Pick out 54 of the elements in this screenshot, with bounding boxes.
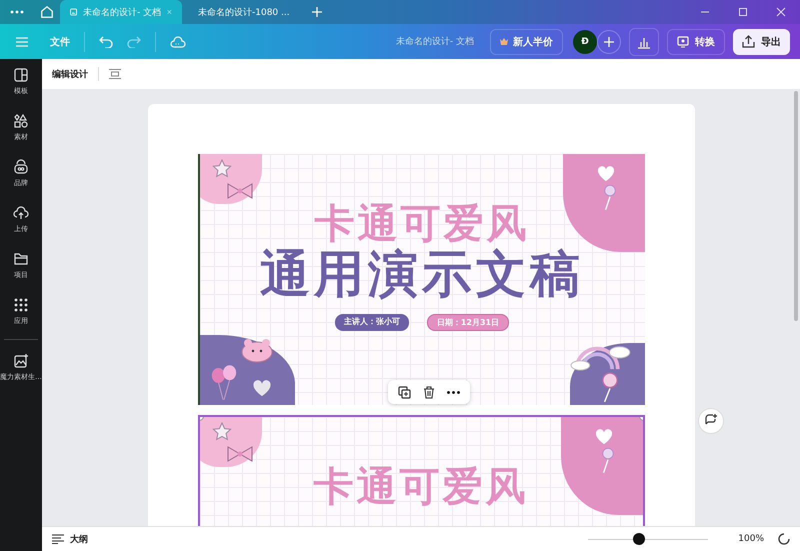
scrollbar[interactable] <box>794 91 798 321</box>
home-icon[interactable] <box>40 5 54 19</box>
zoom-percentage[interactable]: 100% <box>738 534 764 544</box>
heart-icon <box>252 380 272 397</box>
outline-button[interactable]: 大纲 <box>70 532 88 546</box>
trash-icon[interactable] <box>422 386 434 398</box>
outline-icon[interactable] <box>52 534 64 544</box>
plus-icon[interactable] <box>597 30 621 54</box>
bow-icon <box>224 182 254 200</box>
lollipop-icon <box>600 372 618 403</box>
convert-button[interactable]: 转换 <box>667 28 725 54</box>
slide[interactable]: 卡通可爱风 通用演示文稿 主讲人：张小可 日期：12月31日 <box>198 154 644 405</box>
user-avatar[interactable]: Đ <box>573 30 597 54</box>
lollipop-icon <box>600 447 614 474</box>
lollipop-icon <box>602 184 616 211</box>
slide-title: 卡通可爱风 <box>314 465 528 509</box>
slide-title: 卡通可爱风 <box>314 202 530 246</box>
slide-subtitle: 通用演示文稿 <box>260 246 584 304</box>
image-icon <box>70 6 78 18</box>
slider-thumb[interactable] <box>632 533 645 545</box>
crown-icon <box>500 38 508 45</box>
heart-icon <box>594 429 612 445</box>
maximize-icon[interactable] <box>738 7 748 17</box>
star-icon <box>212 159 232 179</box>
duplicate-icon[interactable] <box>398 386 410 398</box>
browser-tab[interactable]: 未命名的设计-1080 ... <box>182 0 304 24</box>
presenter-label: 主讲人：张小可 <box>334 314 409 330</box>
bunny-drawing <box>240 337 274 363</box>
more-icon[interactable] <box>446 390 460 394</box>
plus-icon[interactable] <box>312 7 322 17</box>
star-icon <box>212 422 232 442</box>
cloud-icon[interactable] <box>170 36 186 48</box>
undo-icon[interactable] <box>99 36 113 48</box>
upload-icon <box>13 205 29 221</box>
resize-icon[interactable] <box>109 69 121 79</box>
briefcase-icon <box>13 159 29 175</box>
loading-icon <box>778 533 790 545</box>
bow-icon <box>224 445 254 463</box>
export-button[interactable]: 导出 <box>733 28 790 54</box>
close-icon[interactable] <box>776 7 786 17</box>
image-sparkle-icon <box>13 353 29 369</box>
add-comment-icon[interactable] <box>698 408 724 434</box>
heart-icon <box>596 166 614 182</box>
monitor-icon <box>677 36 690 48</box>
balloons-drawing <box>210 363 238 401</box>
chart-icon[interactable] <box>629 28 659 56</box>
folder-icon <box>13 251 29 267</box>
apps-icon <box>13 297 29 313</box>
shapes-icon <box>13 113 29 129</box>
upload-icon <box>742 35 755 48</box>
date-label: 日期：12月31日 <box>426 314 510 330</box>
edit-design-button[interactable]: 编辑设计 <box>52 68 88 80</box>
layout-icon <box>13 67 29 83</box>
promo-button[interactable]: 新人半价 <box>490 28 563 54</box>
